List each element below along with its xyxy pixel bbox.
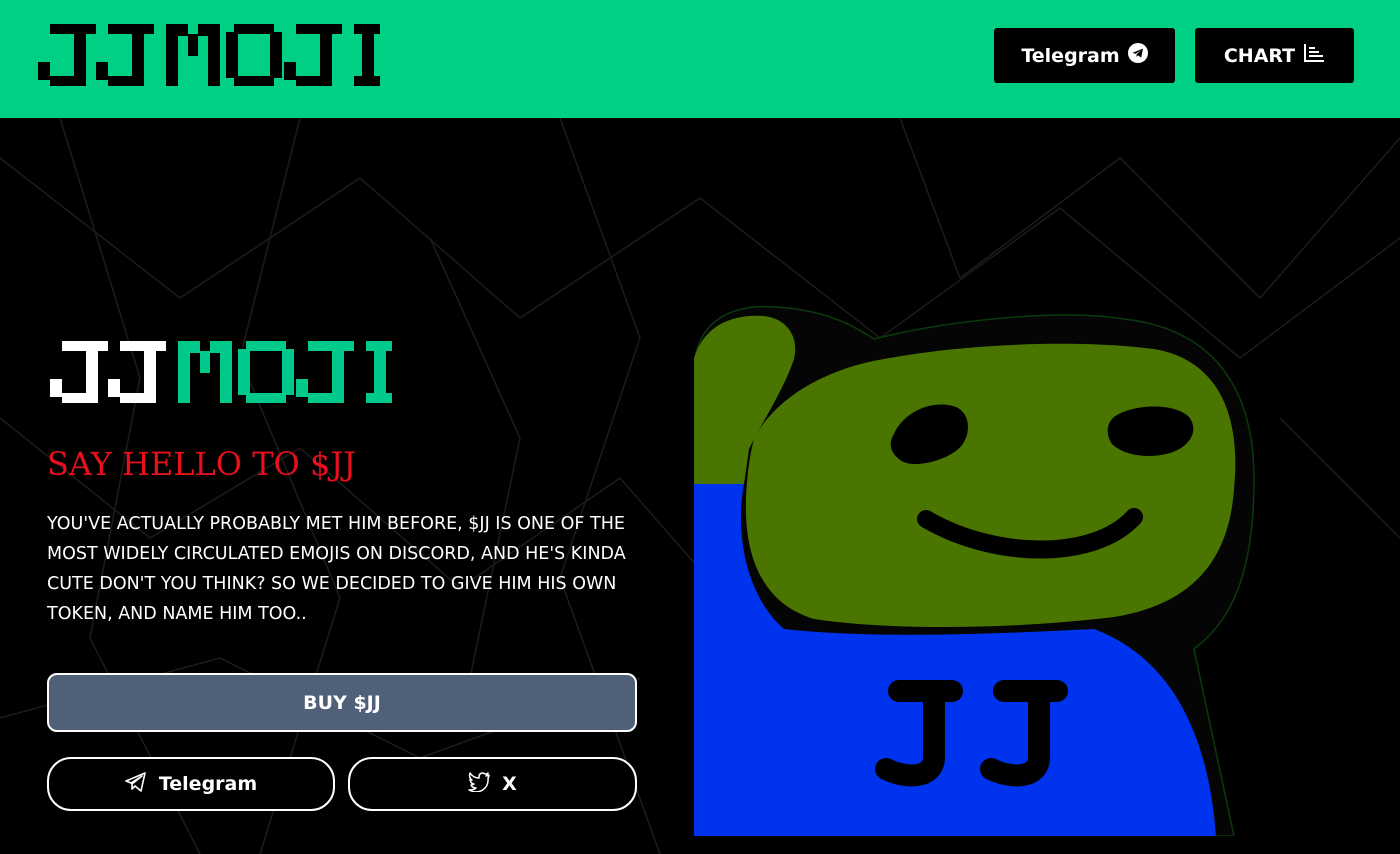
twitter-bird-icon [468, 771, 490, 797]
hero-tagline: SAY HELLO TO $JJ [47, 445, 356, 483]
buy-button[interactable]: BUY $JJ [47, 673, 637, 732]
logo-hero [50, 341, 392, 403]
logo-top[interactable] [38, 20, 384, 92]
nav-telegram-label: Telegram [1021, 44, 1120, 67]
x-button[interactable]: X [348, 757, 637, 811]
telegram-icon [1127, 43, 1148, 68]
paper-plane-icon [125, 771, 147, 797]
x-button-label: X [502, 773, 517, 795]
mascot-illustration [694, 305, 1255, 836]
chart-icon [1303, 43, 1325, 68]
buy-button-label: BUY $JJ [303, 691, 381, 714]
telegram-button-label: Telegram [158, 773, 258, 795]
hero-description: YOU'VE ACTUALLY PROBABLY MET HIM BEFORE,… [47, 514, 626, 624]
nav-chart-button[interactable]: CHART [1195, 28, 1354, 83]
nav-telegram-button[interactable]: Telegram [994, 28, 1175, 83]
hero-section: SAY HELLO TO $JJ YOU'VE ACTUALLY PROBABL… [0, 118, 1400, 854]
nav-chart-label: CHART [1223, 44, 1296, 67]
telegram-button[interactable]: Telegram [47, 757, 335, 811]
header-bar: Telegram CHART [0, 0, 1400, 118]
